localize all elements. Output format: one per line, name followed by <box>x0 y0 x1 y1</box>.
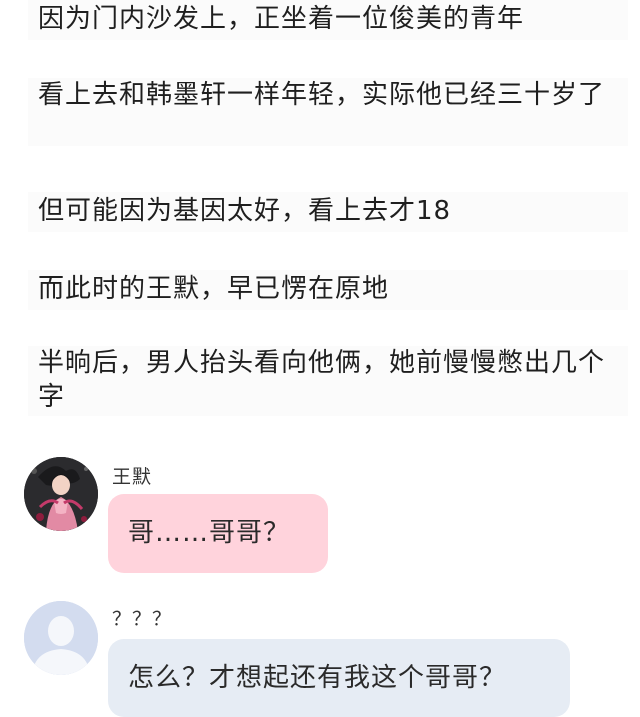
message-bubble: 怎么？才想起还有我这个哥哥？ <box>108 639 570 717</box>
character-avatar[interactable] <box>24 457 98 531</box>
sender-name: ？？？ <box>112 608 173 630</box>
narration-line: 但可能因为基因太好，看上去才18 <box>28 192 628 232</box>
user-silhouette-icon <box>24 601 98 675</box>
character-portrait-icon <box>24 457 98 531</box>
narration-line: 半晌后，男人抬头看向他俩，她前慢慢憋出几个字 <box>28 346 628 416</box>
message-bubble: 哥……哥哥？ <box>108 494 328 573</box>
sender-name: 王默 <box>112 466 153 488</box>
narration-line: 因为门内沙发上，正坐着一位俊美的青年 <box>28 0 628 40</box>
narration-line: 而此时的王默，早已愣在原地 <box>28 270 628 310</box>
narration-line: 看上去和韩墨轩一样年轻，实际他已经三十岁了 <box>28 78 628 146</box>
default-user-avatar[interactable] <box>24 601 98 675</box>
